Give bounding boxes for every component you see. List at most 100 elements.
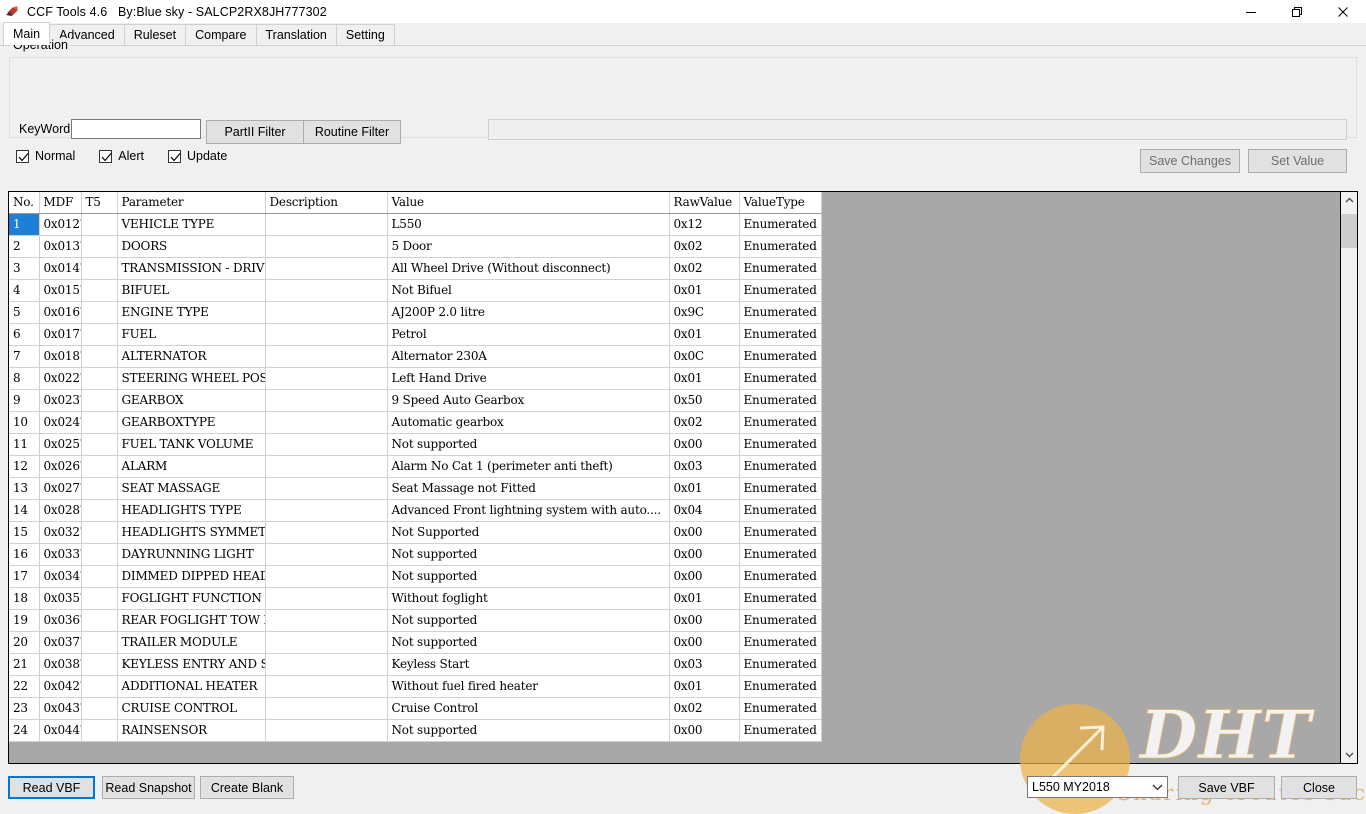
cell-mdf[interactable]: 0x0387 <box>39 653 82 676</box>
cell-parameter[interactable]: TRANSMISSION - DRIVE... <box>117 257 266 280</box>
cell-rawvalue[interactable]: 0x00 <box>669 719 740 742</box>
cell-no[interactable]: 18 <box>9 587 40 610</box>
cell-t5[interactable] <box>81 323 118 346</box>
table-row[interactable]: 60x0177 FUEL Petrol0x01Enumerated <box>9 323 822 346</box>
tab-main[interactable]: Main <box>3 22 51 45</box>
cell-parameter[interactable]: FUEL TANK VOLUME <box>117 433 266 456</box>
cell-parameter[interactable]: HEADLIGHTS SYMMETRY <box>117 521 266 544</box>
cell-t5[interactable] <box>81 521 118 544</box>
cell-description[interactable] <box>265 455 388 478</box>
keyword-input[interactable] <box>71 119 201 139</box>
cell-parameter[interactable]: ALTERNATOR <box>117 345 266 368</box>
cell-t5[interactable] <box>81 565 118 588</box>
cell-t5[interactable] <box>81 213 118 236</box>
cell-mdf[interactable]: 0x0367 <box>39 609 82 632</box>
cell-description[interactable] <box>265 587 388 610</box>
cell-no[interactable]: 3 <box>9 257 40 280</box>
close-icon[interactable] <box>1320 0 1366 23</box>
cell-valuetype[interactable]: Enumerated <box>739 719 822 742</box>
cell-no[interactable]: 16 <box>9 543 40 566</box>
cell-no[interactable]: 7 <box>9 345 40 368</box>
cell-no[interactable]: 22 <box>9 675 40 698</box>
cell-no[interactable]: 12 <box>9 455 40 478</box>
table-row[interactable]: 140x0287 HEADLIGHTS TYPE Advanced Front li… <box>9 499 822 522</box>
cell-no[interactable]: 5 <box>9 301 40 324</box>
cell-mdf[interactable]: 0x0437 <box>39 697 82 720</box>
table-row[interactable]: 240x0447 RAINSENSOR Not supported0x00Enume… <box>9 719 822 742</box>
cell-valuetype[interactable]: Enumerated <box>739 279 822 302</box>
tab-ruleset[interactable]: Ruleset <box>123 24 187 45</box>
cell-parameter[interactable]: HEADLIGHTS TYPE <box>117 499 266 522</box>
table-row[interactable]: 200x0377 TRAILER MODULE Not supported0x00E… <box>9 631 822 654</box>
cell-mdf[interactable]: 0x0327 <box>39 521 82 544</box>
cell-parameter[interactable]: VEHICLE TYPE <box>117 213 266 236</box>
close-button[interactable]: Close <box>1281 776 1357 799</box>
cell-valuetype[interactable]: Enumerated <box>739 477 822 500</box>
cell-no[interactable]: 4 <box>9 279 40 302</box>
cell-no[interactable]: 20 <box>9 631 40 654</box>
table-row[interactable]: 180x0357 FOGLIGHT FUNCTION Without fogligh… <box>9 587 822 610</box>
cell-valuetype[interactable]: Enumerated <box>739 301 822 324</box>
cell-t5[interactable] <box>81 235 118 258</box>
table-row[interactable]: 40x0157 BIFUEL Not Bifuel0x01Enumerated <box>9 279 822 302</box>
cell-parameter[interactable]: GEARBOX <box>117 389 266 412</box>
cell-description[interactable] <box>265 301 388 324</box>
cell-mdf[interactable]: 0x0287 <box>39 499 82 522</box>
cell-no[interactable]: 23 <box>9 697 40 720</box>
scrollbar-thumb[interactable] <box>1341 214 1357 248</box>
cell-rawvalue[interactable]: 0x50 <box>669 389 740 412</box>
cell-value[interactable]: Keyless Start <box>387 653 670 676</box>
cell-no[interactable]: 2 <box>9 235 40 258</box>
cell-valuetype[interactable]: Enumerated <box>739 433 822 456</box>
table-row[interactable]: 230x0437 CRUISE CONTROL Cruise Control0x02… <box>9 697 822 720</box>
cell-parameter[interactable]: FUEL <box>117 323 266 346</box>
cell-mdf[interactable]: 0x0227 <box>39 367 82 390</box>
cell-value[interactable]: Automatic gearbox <box>387 411 670 434</box>
cell-parameter[interactable]: STEERING WHEEL POSITION <box>117 367 266 390</box>
cell-description[interactable] <box>265 719 388 742</box>
cell-mdf[interactable]: 0x0267 <box>39 455 82 478</box>
column-header-valuetype[interactable]: ValueType <box>739 192 822 214</box>
cell-valuetype[interactable]: Enumerated <box>739 653 822 676</box>
tab-compare[interactable]: Compare <box>185 24 257 45</box>
cell-mdf[interactable]: 0x0187 <box>39 345 82 368</box>
cell-description[interactable] <box>265 609 388 632</box>
cell-description[interactable] <box>265 345 388 368</box>
cell-description[interactable] <box>265 367 388 390</box>
cell-valuetype[interactable]: Enumerated <box>739 697 822 720</box>
scrollbar-track[interactable] <box>1341 209 1357 746</box>
cell-mdf[interactable]: 0x0337 <box>39 543 82 566</box>
cell-t5[interactable] <box>81 499 118 522</box>
column-header-no[interactable]: No. <box>9 192 40 214</box>
cell-no[interactable]: 10 <box>9 411 40 434</box>
cell-parameter[interactable]: DOORS <box>117 235 266 258</box>
cell-rawvalue[interactable]: 0x01 <box>669 587 740 610</box>
cell-t5[interactable] <box>81 653 118 676</box>
cell-t5[interactable] <box>81 477 118 500</box>
cell-t5[interactable] <box>81 433 118 456</box>
cell-rawvalue[interactable]: 0x01 <box>669 279 740 302</box>
cell-t5[interactable] <box>81 719 118 742</box>
table-row[interactable]: 80x0227 STEERING WHEEL POSITION Left Hand … <box>9 367 822 390</box>
save-vbf-button[interactable]: Save VBF <box>1178 776 1275 799</box>
cell-rawvalue[interactable]: 0x00 <box>669 565 740 588</box>
cell-t5[interactable] <box>81 367 118 390</box>
cell-description[interactable] <box>265 565 388 588</box>
cell-parameter[interactable]: GEARBOXTYPE <box>117 411 266 434</box>
cell-t5[interactable] <box>81 609 118 632</box>
cell-t5[interactable] <box>81 411 118 434</box>
checkbox-normal[interactable]: Normal <box>16 149 75 163</box>
table-row[interactable]: 120x0267 ALARM Alarm No Cat 1 (perimeter a… <box>9 455 822 478</box>
cell-description[interactable] <box>265 279 388 302</box>
cell-valuetype[interactable]: Enumerated <box>739 631 822 654</box>
cell-mdf[interactable]: 0x0247 <box>39 411 82 434</box>
cell-mdf[interactable]: 0x0427 <box>39 675 82 698</box>
cell-t5[interactable] <box>81 631 118 654</box>
cell-valuetype[interactable]: Enumerated <box>739 675 822 698</box>
table-row[interactable]: 90x0237 GEARBOX 9 Speed Auto Gearbox0x50En… <box>9 389 822 412</box>
cell-t5[interactable] <box>81 697 118 720</box>
cell-value[interactable]: Not supported <box>387 433 670 456</box>
cell-value[interactable]: Not supported <box>387 543 670 566</box>
tab-translation[interactable]: Translation <box>255 24 337 45</box>
cell-rawvalue[interactable]: 0x00 <box>669 631 740 654</box>
